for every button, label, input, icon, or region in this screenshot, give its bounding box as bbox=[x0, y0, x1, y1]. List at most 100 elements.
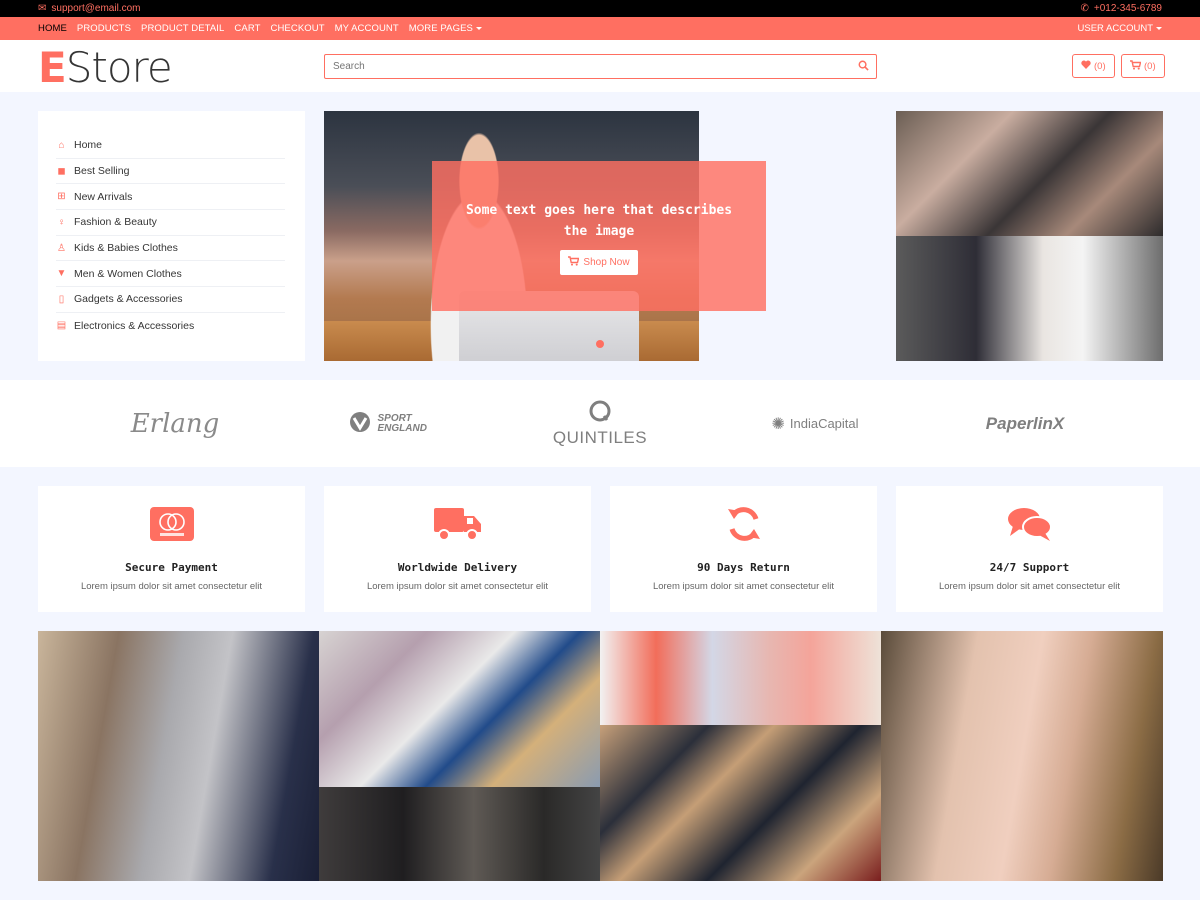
truck-icon bbox=[324, 504, 591, 544]
female-icon: ♀ bbox=[57, 216, 66, 228]
slide-caption-text: Some text goes here that describes the i… bbox=[465, 203, 733, 239]
category-sidebar: ⌂ Home ◼ Best Selling ⊞ New Arrivals ♀ Fashi… bbox=[38, 111, 305, 361]
feature-desc: Lorem ipsum dolor sit amet consectetur e… bbox=[938, 581, 1121, 592]
sidebar-item-gadgets[interactable]: ▯ Gadgets & Accessories bbox=[56, 287, 285, 313]
sidebar-item-best-selling[interactable]: ◼ Best Selling bbox=[56, 159, 285, 185]
brand-logo-sport-england[interactable]: SPORT ENGLAND bbox=[340, 380, 440, 467]
main-navbar: HOME PRODUCTS PRODUCT DETAIL CART CHECKO… bbox=[0, 17, 1200, 40]
sidebar-item-new-arrivals[interactable]: ⊞ New Arrivals bbox=[56, 184, 285, 211]
feature-title: 24/7 Support bbox=[989, 561, 1070, 574]
feature-desc: Lorem ipsum dolor sit amet consectetur e… bbox=[80, 581, 263, 592]
promo-image-women[interactable] bbox=[896, 111, 1163, 236]
chevron-down-icon bbox=[1156, 27, 1162, 30]
sport-england-emblem-icon bbox=[348, 410, 372, 437]
email-contact[interactable]: ✉ support@email.com bbox=[38, 3, 140, 14]
wishlist-button[interactable]: (0) bbox=[1072, 54, 1115, 78]
shop-now-button[interactable]: Shop Now bbox=[560, 250, 638, 275]
shopping-cart-icon bbox=[1130, 59, 1142, 73]
category-image-grid bbox=[38, 631, 1163, 881]
shopping-bag-icon: ◼ bbox=[57, 165, 66, 177]
feature-title: Secure Payment bbox=[125, 561, 218, 574]
sidebar-item-label: Gadgets & Accessories bbox=[74, 293, 183, 306]
indiacapital-star-icon: ✺ bbox=[771, 415, 785, 433]
brand-logo-erlang[interactable]: Erlang bbox=[120, 380, 230, 467]
more-pages-label: MORE PAGES bbox=[408, 23, 473, 34]
cart-button[interactable]: (0) bbox=[1121, 54, 1165, 78]
user-account-label: USER ACCOUNT bbox=[1077, 23, 1153, 34]
nav-item-cart[interactable]: CART bbox=[234, 23, 260, 34]
sidebar-item-label: Fashion & Beauty bbox=[74, 216, 157, 229]
brand-logo-paperlinx[interactable]: PaperlinX bbox=[975, 380, 1075, 467]
site-header: EStore (0) (0) bbox=[0, 40, 1200, 92]
slider-dot[interactable] bbox=[596, 340, 604, 348]
sidebar-item-label: Kids & Babies Clothes bbox=[74, 242, 178, 255]
brand-name: QUINTILES bbox=[552, 428, 648, 447]
search-icon[interactable] bbox=[858, 60, 869, 74]
site-logo[interactable]: EStore bbox=[38, 43, 173, 92]
brand-logos: Erlang SPORT ENGLAND QUINTILES ✺ IndiaCa… bbox=[0, 380, 1200, 467]
search-input[interactable] bbox=[325, 55, 845, 77]
brand-name: IndiaCapital bbox=[789, 416, 859, 431]
category-image-skincare[interactable] bbox=[600, 631, 881, 725]
feature-desc: Lorem ipsum dolor sit amet consectetur e… bbox=[366, 581, 549, 592]
cart-count: (0) bbox=[1144, 60, 1156, 72]
sidebar-item-label: Electronics & Accessories bbox=[74, 319, 195, 332]
nav-item-my-account[interactable]: MY ACCOUNT bbox=[335, 23, 399, 34]
microchip-icon: ▤ bbox=[56, 320, 67, 332]
sync-icon bbox=[610, 504, 877, 544]
sidebar-item-electronics[interactable]: ▤ Electronics & Accessories bbox=[56, 313, 285, 339]
sidebar-item-label: Home bbox=[74, 139, 103, 152]
plus-square-icon: ⊞ bbox=[57, 191, 66, 203]
search-box bbox=[324, 54, 877, 79]
feature-90-days-return: 90 Days Return Lorem ipsum dolor sit ame… bbox=[610, 486, 877, 612]
sidebar-item-label: Best Selling bbox=[74, 165, 130, 178]
sidebar-item-label: New Arrivals bbox=[74, 190, 133, 203]
category-image-makeup-brushes[interactable] bbox=[319, 631, 600, 787]
child-icon: ♙ bbox=[57, 242, 66, 254]
nav-item-checkout[interactable]: CHECKOUT bbox=[271, 23, 325, 34]
category-image-accessories[interactable] bbox=[319, 787, 600, 881]
sidebar-item-label: Men & Women Clothes bbox=[74, 267, 182, 280]
category-image-sweater[interactable] bbox=[38, 631, 319, 881]
sidebar-item-home[interactable]: ⌂ Home bbox=[56, 133, 285, 159]
home-icon: ⌂ bbox=[58, 139, 65, 151]
brand-name: SPORT ENGLAND bbox=[377, 412, 427, 434]
feature-24-7-support: 24/7 Support Lorem ipsum dolor sit amet … bbox=[896, 486, 1163, 612]
feature-worldwide-delivery: Worldwide Delivery Lorem ipsum dolor sit… bbox=[324, 486, 591, 612]
chevron-down-icon bbox=[475, 26, 482, 30]
phone-contact[interactable]: ✆ +012-345-6789 bbox=[1080, 3, 1162, 14]
sidebar-item-kids-babies[interactable]: ♙ Kids & Babies Clothes bbox=[56, 236, 285, 262]
brand-logo-quintiles[interactable]: QUINTILES bbox=[545, 380, 655, 467]
feature-title: Worldwide Delivery bbox=[397, 561, 518, 574]
promo-image-kids[interactable] bbox=[896, 236, 1163, 361]
email-text: support@email.com bbox=[51, 3, 141, 14]
phone-text: +012-345-6789 bbox=[1093, 3, 1162, 14]
nav-item-products[interactable]: PRODUCTS bbox=[77, 23, 131, 34]
heart-icon bbox=[1081, 60, 1091, 72]
shop-now-label: Shop Now bbox=[583, 257, 630, 268]
quintiles-ring-icon bbox=[588, 399, 612, 428]
feature-title: 90 Days Return bbox=[697, 561, 790, 574]
shopping-cart-icon bbox=[568, 256, 580, 269]
wishlist-count: (0) bbox=[1094, 60, 1106, 72]
nav-item-more-pages[interactable]: MORE PAGES bbox=[409, 23, 482, 34]
feature-secure-payment: Secure Payment Lorem ipsum dolor sit ame… bbox=[38, 486, 305, 612]
promo-images bbox=[896, 111, 1163, 361]
nav-item-product-detail[interactable]: PRODUCT DETAIL bbox=[141, 23, 224, 34]
top-contact-bar: ✉ support@email.com ✆ +012-345-6789 bbox=[0, 0, 1200, 17]
nav-item-home[interactable]: HOME bbox=[38, 23, 67, 34]
envelope-icon: ✉ bbox=[38, 2, 47, 14]
nav-menu: HOME PRODUCTS PRODUCT DETAIL CART CHECKO… bbox=[38, 17, 482, 40]
category-image-dresses[interactable] bbox=[881, 631, 1163, 881]
feature-desc: Lorem ipsum dolor sit amet consectetur e… bbox=[652, 581, 835, 592]
sidebar-item-fashion-beauty[interactable]: ♀ Fashion & Beauty bbox=[56, 210, 285, 236]
user-account-dropdown[interactable]: USER ACCOUNT bbox=[1078, 17, 1162, 40]
credit-card-icon bbox=[38, 504, 305, 544]
brand-logo-indiacapital[interactable]: ✺ IndiaCapital bbox=[760, 380, 870, 467]
phone-icon: ✆ bbox=[1080, 2, 1089, 14]
category-image-gadgets[interactable] bbox=[600, 725, 881, 881]
tshirt-icon: ▼ bbox=[56, 268, 67, 280]
mobile-icon: ▯ bbox=[58, 293, 65, 305]
sidebar-item-men-women[interactable]: ▼ Men & Women Clothes bbox=[56, 261, 285, 288]
comments-icon bbox=[896, 504, 1163, 544]
